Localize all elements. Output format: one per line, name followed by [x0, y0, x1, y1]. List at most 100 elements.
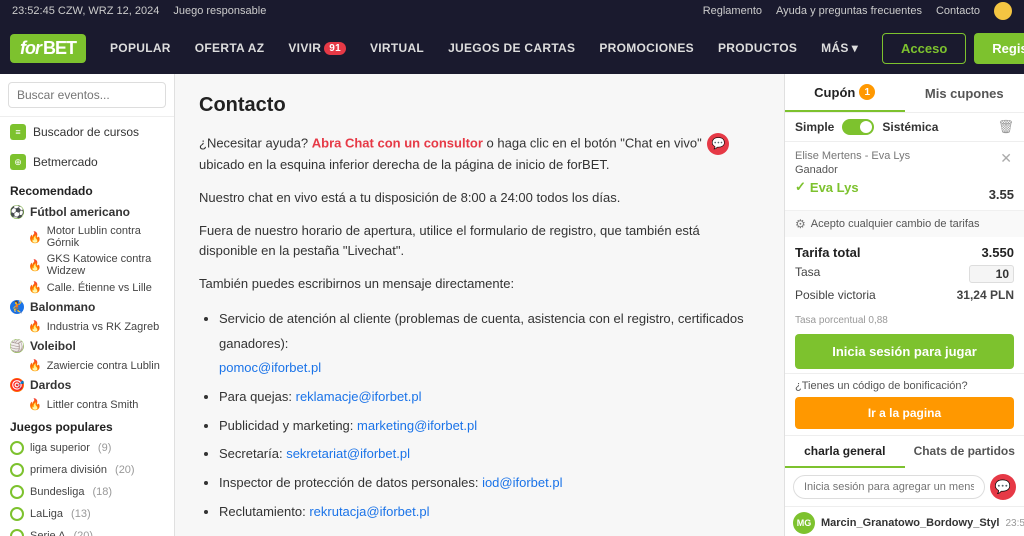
chat-send-button[interactable]: 💬 [990, 474, 1016, 500]
page-title: Contacto [199, 94, 760, 117]
league-serie-a[interactable]: Serie A (20) [0, 525, 174, 536]
nav-promociones[interactable]: PROMOCIONES [589, 35, 704, 61]
sport-dot-futbol: ⚽ [10, 205, 24, 219]
reglamento-link[interactable]: Reglamento [703, 5, 762, 17]
theme-icon[interactable] [994, 2, 1012, 20]
match-label-1: Motor Lublin contra Górnik [47, 225, 164, 249]
match-label-3: Calle. Étienne vs Lille [47, 282, 152, 294]
close-bet-button[interactable]: ✕ [998, 150, 1014, 167]
play-button[interactable]: Inicia sesión para jugar [795, 334, 1014, 369]
bet-right-side: ✕ 3.55 [989, 150, 1014, 202]
match-industria[interactable]: 🔥 Industria vs RK Zagreb [0, 318, 174, 335]
responsible-link[interactable]: Juego responsable [173, 5, 266, 17]
email-reklamacje[interactable]: reklamacje@iforbet.pl [296, 389, 422, 404]
chat-link[interactable]: Abra Chat con un consultor [312, 135, 483, 150]
bet-odd: 3.55 [989, 187, 1014, 202]
email-rekrutacja[interactable]: rekrutacja@iforbet.pl [309, 504, 429, 519]
league-count-2: (20) [115, 464, 135, 476]
sport-label-voleibol: Voleibol [30, 339, 76, 353]
chat-tabs: charla general Chats de partidos [785, 436, 1024, 468]
list-item-4: Inspector de protección de datos persona… [219, 471, 760, 496]
bet-item-header: Elise Mertens - Eva Lys Ganador ✓ Eva Ly… [795, 150, 1014, 202]
sidebar-search-container [0, 74, 174, 117]
totals-section: Tarifa total 3.550 Tasa Posible victoria… [785, 237, 1024, 315]
header-buttons: Acceso Registro [882, 33, 1024, 64]
tab-coupon[interactable]: Cupón 1 [785, 74, 905, 112]
tasa-label: Tasa [795, 265, 820, 283]
search-input[interactable] [8, 82, 166, 108]
para1-end: ubicado en la esquina inferior derecha d… [199, 157, 610, 172]
nav-productos[interactable]: PRODUCTOS [708, 35, 807, 61]
logo[interactable]: forBET [10, 34, 86, 63]
list-item-1: Para quejas: reklamacje@iforbet.pl [219, 385, 760, 410]
bet-type-toggle[interactable] [842, 119, 874, 135]
coupon-tabs: Cupón 1 Mis cupones [785, 74, 1024, 113]
league-count-5: (20) [73, 530, 93, 536]
hours-paragraph: Nuestro chat en vivo está a tu disposici… [199, 188, 760, 209]
fire-icon-3: 🔥 [28, 281, 42, 294]
nav-popular[interactable]: POPULAR [100, 35, 181, 61]
nav-cartas[interactable]: JUEGOS DE CARTAS [438, 35, 585, 61]
contacto-link[interactable]: Contacto [936, 5, 980, 17]
nav-virtual[interactable]: VIRTUAL [360, 35, 434, 61]
league-primera-division[interactable]: primera división (20) [0, 459, 174, 481]
email-marketing[interactable]: marketing@iforbet.pl [357, 418, 477, 433]
register-button[interactable]: Registro [974, 33, 1024, 64]
list-item-2: Publicidad y marketing: marketing@iforbe… [219, 414, 760, 439]
sport-voleibol[interactable]: 🏐 Voleibol [0, 335, 174, 357]
league-liga-superior[interactable]: liga superior (9) [0, 437, 174, 459]
list-text-3: Secretaría: [219, 446, 286, 461]
tasa-input[interactable] [969, 265, 1014, 283]
coupon-badge: 1 [859, 84, 875, 100]
top-bar-right: Reglamento Ayuda y preguntas frecuentes … [703, 2, 1012, 20]
nav-vivir[interactable]: VIVIR 91 [278, 35, 356, 61]
match-motor-lublin[interactable]: 🔥 Motor Lublin contra Górnik [0, 223, 174, 251]
nav-mas[interactable]: MÁS ▾ [811, 35, 868, 61]
tasa-row: Tasa [795, 265, 1014, 283]
sport-futbol-americano[interactable]: ⚽ Fútbol americano [0, 201, 174, 223]
league-count-4: (13) [71, 508, 91, 520]
tarifas-row[interactable]: ⚙ Acepto cualquier cambio de tarifas [785, 211, 1024, 237]
tab-match-chats[interactable]: Chats de partidos [905, 436, 1024, 468]
trash-icon[interactable]: 🗑 [997, 119, 1014, 135]
league-count-3: (18) [92, 486, 112, 498]
tab-general-chat[interactable]: charla general [785, 436, 905, 468]
fire-icon-5: 🔥 [28, 359, 42, 372]
email-iod[interactable]: iod@iforbet.pl [482, 475, 562, 490]
fire-icon-2: 🔥 [28, 259, 42, 272]
match-gks[interactable]: 🔥 GKS Katowice contra Widzew [0, 251, 174, 279]
bonus-button[interactable]: Ir a la pagina [795, 397, 1014, 429]
league-laliga[interactable]: LaLiga (13) [0, 503, 174, 525]
tab-my-coupons[interactable]: Mis cupones [905, 74, 1024, 112]
match-label-6: Littler contra Smith [47, 399, 139, 411]
email-sekretariat[interactable]: sekretariat@iforbet.pl [286, 446, 410, 461]
bet-type-row: Simple Sistémica 🗑 [785, 113, 1024, 142]
chat-input[interactable] [793, 475, 985, 499]
label-sistemic: Sistémica [882, 120, 938, 134]
match-littler[interactable]: 🔥 Littler contra Smith [0, 396, 174, 413]
access-button[interactable]: Acceso [882, 33, 966, 64]
betmercado-icon: ⊕ [10, 154, 26, 170]
chat-bubble-icon[interactable]: 💬 [707, 133, 729, 155]
check-icon: ✓ [795, 179, 806, 195]
league-icon-4 [10, 507, 24, 521]
nav-oferta[interactable]: OFERTA AZ [185, 35, 275, 61]
logo-bet: BET [43, 38, 76, 59]
league-icon-3 [10, 485, 24, 499]
sport-balonmano[interactable]: 🤾 Balonmano [0, 296, 174, 318]
league-count-1: (9) [98, 442, 111, 454]
ayuda-link[interactable]: Ayuda y preguntas frecuentes [776, 5, 922, 17]
match-etienne[interactable]: 🔥 Calle. Étienne vs Lille [0, 279, 174, 296]
sidebar-item-betmercado[interactable]: ⊕ Betmercado [0, 147, 174, 177]
list-text-1: Para quejas: [219, 389, 296, 404]
email-pomoc[interactable]: pomoc@iforbet.pl [219, 360, 321, 375]
list-text-2: Publicidad y marketing: [219, 418, 357, 433]
match-zawiercie[interactable]: 🔥 Zawiercie contra Lublin [0, 357, 174, 374]
top-bar-left: 23:52:45 CZW, WRZ 12, 2024 Juego respons… [12, 5, 266, 17]
sport-dardos[interactable]: 🎯 Dardos [0, 374, 174, 396]
sidebar: ≡ Buscador de cursos ⊕ Betmercado Recome… [0, 74, 175, 536]
league-bundesliga[interactable]: Bundesliga (18) [0, 481, 174, 503]
sidebar-item-buscador[interactable]: ≡ Buscador de cursos [0, 117, 174, 147]
header: forBET POPULAR OFERTA AZ VIVIR 91 VIRTUA… [0, 22, 1024, 74]
match-label-5: Zawiercie contra Lublin [47, 360, 160, 372]
